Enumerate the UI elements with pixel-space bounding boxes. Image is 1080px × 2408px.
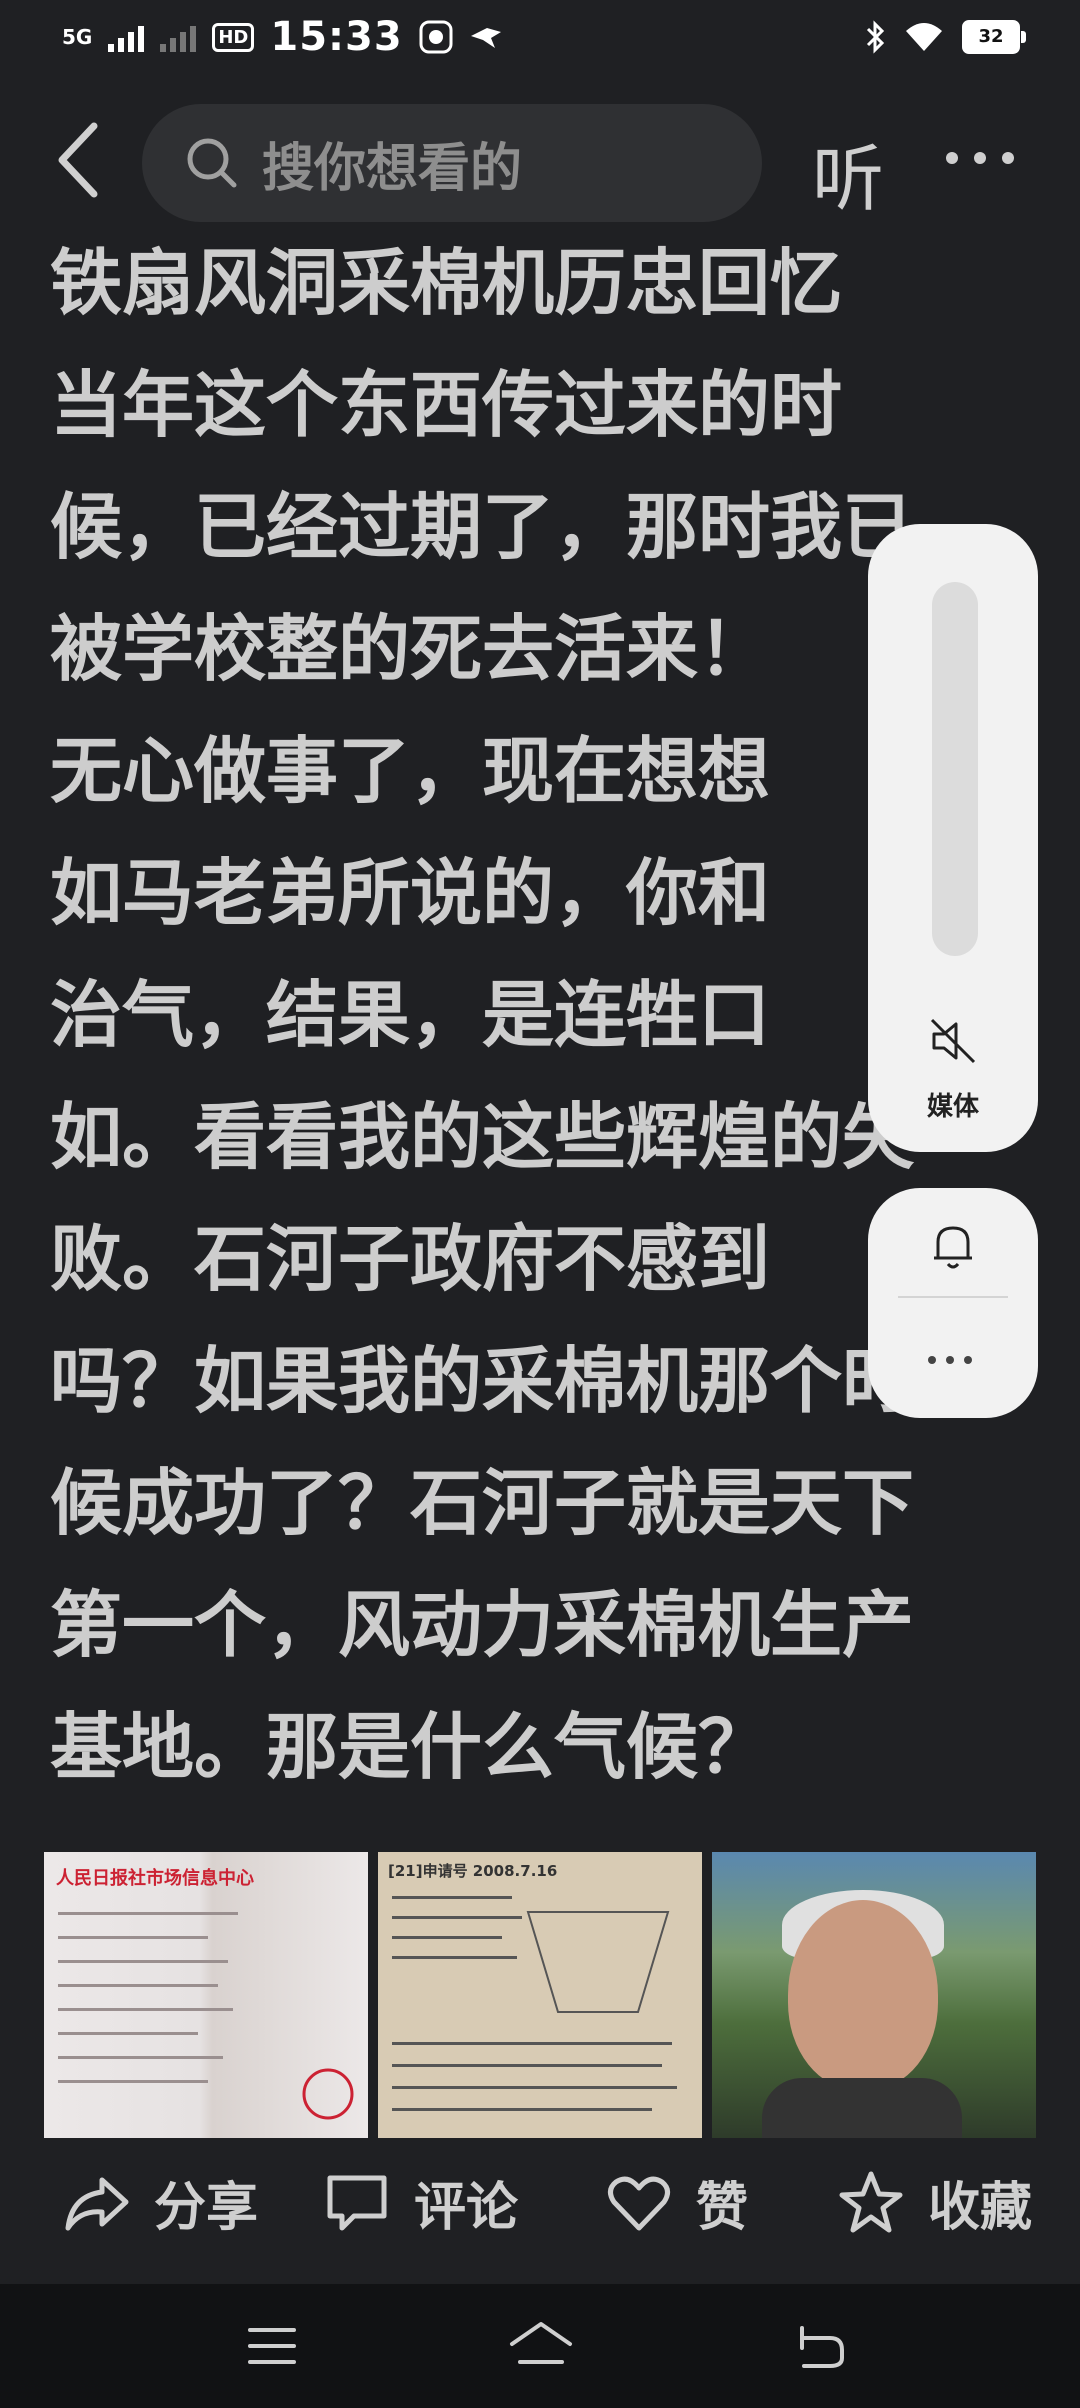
media-label: 媒体 (926, 1092, 979, 1122)
status-bar: 5G HD 15:33 32 (0, 0, 1080, 80)
heart-icon (608, 2176, 670, 2230)
image-caption-1: 人民日报社市场信息中心 (56, 1868, 254, 1889)
bird-notification-icon (470, 28, 501, 48)
top-bar: 搜你想看的 听 (0, 100, 1080, 222)
volume-options-panel (868, 1188, 1038, 1418)
app-notification-icon (419, 20, 453, 54)
image-gallery: 人民日报社市场信息中心 [21]申请号 2008.7.16 (44, 1852, 1036, 2138)
share-button[interactable]: 分享 (62, 2165, 258, 2240)
network-type: 5G (62, 25, 93, 49)
divider (898, 1296, 1008, 1298)
image-caption-2: [21]申请号 2008.7.16 (388, 1862, 558, 1880)
mute-icon[interactable] (926, 1014, 980, 1068)
wifi-icon (906, 23, 942, 51)
search-placeholder: 搜你想看的 (262, 138, 523, 199)
volume-slider[interactable] (932, 582, 978, 956)
bluetooth-icon (866, 20, 885, 54)
comment-button[interactable]: 评论 (322, 2165, 518, 2240)
share-icon (65, 2177, 129, 2230)
diagram-sketch (526, 1911, 670, 2013)
bell-icon[interactable] (926, 1218, 980, 1274)
signal-2-icon (160, 22, 197, 52)
red-seal-icon (302, 2068, 354, 2120)
favorite-button[interactable]: 收藏 (836, 2165, 1032, 2240)
search-icon (187, 138, 237, 188)
favorite-label: 收藏 (928, 2178, 1033, 2238)
comment-label: 评论 (414, 2178, 519, 2238)
more-options-icon[interactable] (946, 152, 1014, 164)
action-bar: 分享 评论 赞 收藏 (0, 2165, 1080, 2265)
document-image-1[interactable]: 人民日报社市场信息中心 (44, 1852, 368, 2138)
hd-icon: HD (212, 22, 255, 52)
status-time: 15:33 (270, 14, 403, 60)
portrait-photo[interactable] (712, 1852, 1036, 2138)
battery-icon: 32 (962, 20, 1026, 54)
back-nav-icon[interactable] (790, 2318, 850, 2374)
comment-icon (327, 2175, 387, 2230)
like-label: 赞 (696, 2178, 749, 2238)
document-image-2[interactable]: [21]申请号 2008.7.16 (378, 1852, 702, 2138)
like-button[interactable]: 赞 (604, 2165, 748, 2240)
listen-button[interactable]: 听 (812, 120, 884, 225)
back-icon[interactable] (50, 120, 110, 200)
star-icon (839, 2171, 903, 2232)
signal-icon (108, 22, 145, 52)
search-bar[interactable]: 搜你想看的 (142, 104, 762, 222)
system-nav-bar (0, 2284, 1080, 2408)
menu-icon[interactable] (242, 2318, 302, 2374)
home-icon[interactable] (506, 2318, 576, 2374)
volume-panel: 媒体 (868, 524, 1038, 1152)
more-volume-options-icon[interactable] (928, 1356, 972, 1364)
share-label: 分享 (154, 2178, 259, 2238)
